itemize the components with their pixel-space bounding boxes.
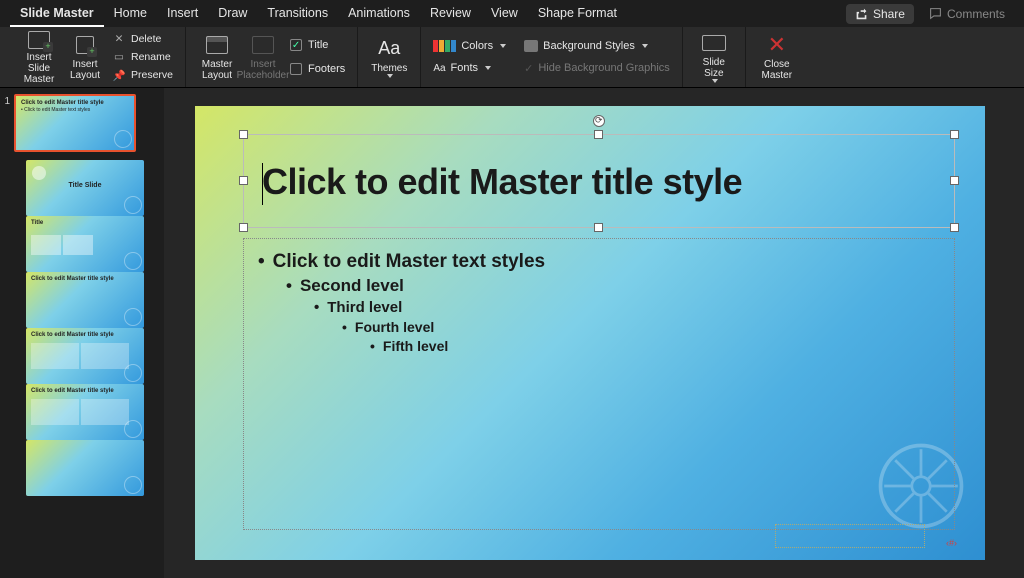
decor-icon: [114, 130, 132, 148]
ribbon: + Insert Slide Master + Insert Layout ✕D…: [0, 27, 1024, 88]
hide-bg-checkbox: ✓ Hide Background Graphics: [524, 59, 670, 77]
body-placeholder[interactable]: Click to edit Master text styles Second …: [243, 238, 955, 530]
slide-master-icon: +: [28, 31, 50, 49]
bg-styles-button[interactable]: Background Styles: [524, 37, 670, 55]
footers-checkbox[interactable]: Footers: [290, 60, 345, 78]
layout-icon: +: [76, 36, 94, 54]
slide-canvas: Click to edit Master title style Click t…: [164, 88, 1024, 578]
tab-transitions[interactable]: Transitions: [257, 0, 338, 27]
share-icon: [855, 7, 868, 20]
check-icon: ✓: [292, 40, 300, 51]
slide-master[interactable]: Click to edit Master title style Click t…: [195, 106, 985, 560]
decor-icon: [32, 166, 46, 180]
title-text[interactable]: Click to edit Master title style: [244, 135, 954, 229]
thumb-layout-1[interactable]: Title Slide: [26, 160, 144, 216]
placeholder-icon: [252, 36, 274, 54]
tab-review[interactable]: Review: [420, 0, 481, 27]
bullet-l1: Click to edit Master text styles: [258, 249, 940, 275]
comment-icon: [929, 7, 942, 20]
master-number: 1: [2, 94, 14, 107]
thumb-layout-4[interactable]: Click to edit Master title style: [26, 328, 144, 384]
thumb-master[interactable]: Click to edit Master title style • Click…: [14, 94, 136, 152]
tab-insert[interactable]: Insert: [157, 0, 208, 27]
rotate-handle[interactable]: [593, 115, 605, 127]
tab-view[interactable]: View: [481, 0, 528, 27]
tab-shape-format[interactable]: Shape Format: [528, 0, 627, 27]
thumb-layout-2[interactable]: Title: [26, 216, 144, 272]
comments-button[interactable]: Comments: [920, 4, 1014, 24]
decor-icon: [124, 196, 142, 214]
text-cursor: [262, 163, 263, 205]
bullet-l4: Fourth level: [258, 318, 940, 337]
close-icon: ✕: [768, 33, 786, 57]
tab-animations[interactable]: Animations: [338, 0, 420, 27]
decor-icon: [124, 476, 142, 494]
decor-icon: [124, 252, 142, 270]
rename-button[interactable]: ▭Rename: [112, 49, 173, 66]
share-button[interactable]: Share: [846, 4, 914, 24]
themes-icon: Aa: [378, 39, 400, 59]
thumb-layout-3[interactable]: Click to edit Master title style: [26, 272, 144, 328]
themes-button[interactable]: Aa Themes: [366, 30, 412, 85]
colors-button[interactable]: Colors: [433, 37, 506, 55]
share-label: Share: [873, 7, 905, 21]
slide-size-icon: [702, 35, 726, 51]
colors-icon: [433, 40, 456, 52]
slide-size-button[interactable]: Slide Size: [691, 30, 737, 85]
title-checkbox[interactable]: ✓Title: [290, 36, 345, 54]
thumb-layout-6[interactable]: [26, 440, 144, 496]
tab-strip: Slide Master Home Insert Draw Transition…: [0, 0, 1024, 27]
bullet-l3: Third level: [258, 298, 940, 318]
footer-placeholder[interactable]: [775, 524, 925, 548]
check-icon: ✓: [524, 62, 533, 75]
decor-icon: [124, 308, 142, 326]
insert-slide-master-button[interactable]: + Insert Slide Master: [16, 30, 62, 85]
main-area: 1 Click to edit Master title style • Cli…: [0, 88, 1024, 578]
bullet-l5: Fifth level: [258, 337, 940, 356]
fonts-button[interactable]: Aa Fonts: [433, 59, 506, 77]
thumbnail-panel[interactable]: 1 Click to edit Master title style • Cli…: [0, 88, 164, 578]
title-placeholder[interactable]: Click to edit Master title style: [243, 134, 955, 228]
master-layout-button[interactable]: Master Layout: [194, 30, 240, 85]
decor-icon: [124, 420, 142, 438]
master-layout-icon: [206, 36, 228, 54]
preserve-icon: 📌: [112, 68, 126, 82]
preserve-button[interactable]: 📌Preserve: [112, 67, 173, 84]
slide-number-placeholder[interactable]: ‹#›: [946, 538, 957, 548]
background-icon: [524, 40, 538, 52]
fonts-icon: Aa: [433, 63, 445, 74]
tab-draw[interactable]: Draw: [208, 0, 257, 27]
close-master-button[interactable]: ✕ Close Master: [754, 30, 800, 85]
insert-layout-button[interactable]: + Insert Layout: [62, 30, 108, 85]
tab-slide-master[interactable]: Slide Master: [10, 0, 104, 27]
insert-placeholder-button: Insert Placeholder: [240, 30, 286, 85]
rename-icon: ▭: [112, 50, 126, 64]
delete-button[interactable]: ✕Delete: [112, 31, 173, 48]
bullet-l2: Second level: [258, 275, 940, 298]
decor-icon: [124, 364, 142, 382]
delete-icon: ✕: [112, 32, 126, 46]
comments-label: Comments: [947, 7, 1005, 21]
tab-home[interactable]: Home: [104, 0, 157, 27]
thumb-layout-5[interactable]: Click to edit Master title style: [26, 384, 144, 440]
